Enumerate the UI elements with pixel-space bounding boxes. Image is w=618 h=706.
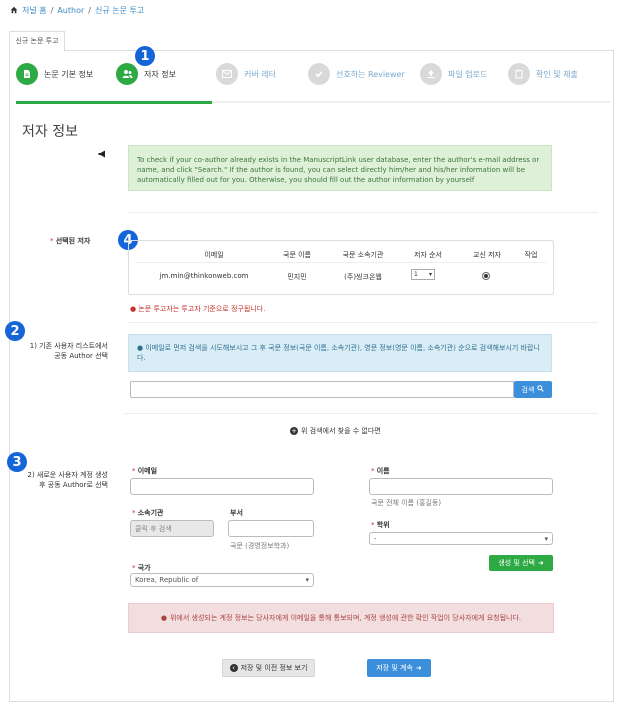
step-label: 확인 및 제출: [536, 69, 578, 79]
warning-message: 논문 투고자는 투고자 기준으로 정구됩니다.: [138, 305, 266, 313]
step-file-upload[interactable]: 파일 업로드: [420, 63, 487, 85]
step-label: 커버 레터: [244, 69, 276, 79]
account-notice: ● 위에서 생성되는 계정 정보는 당사자에게 이메일을 통해 통보되며, 계정…: [128, 603, 554, 633]
email-field[interactable]: [130, 478, 314, 495]
step-basic-info[interactable]: 논문 기본 정보: [16, 63, 93, 85]
author-name: 민지민: [287, 273, 307, 281]
home-icon: [10, 6, 18, 16]
breadcrumb-separator: /: [50, 6, 54, 15]
search-info-text: 이메일로 먼저 검색을 시도해보시고 그 후 국문 정보(국문 이름, 소속기관…: [137, 344, 540, 362]
not-found-text: 위 검색에서 찾을 수 없다면: [301, 427, 381, 435]
search-icon: [537, 385, 545, 394]
column-header: 저자 순서: [414, 251, 442, 259]
column-header: 국문 소속기관: [342, 251, 384, 259]
selected-authors-table: 이메일 국문 이름 국문 소속기관 저자 순서 교신 저자 작업 jm.min@…: [128, 240, 554, 295]
author-email: jm.min@thinkonweb.com: [159, 272, 249, 280]
corresponding-author-radio[interactable]: [482, 272, 490, 280]
step-confirm-submit[interactable]: 확인 및 제출: [508, 63, 578, 85]
author-order-value: 1: [414, 271, 418, 278]
next-button-label: 저장 및 계속: [376, 664, 413, 672]
caret-down-icon: ▾: [544, 534, 548, 543]
prev-button-label: 저장 및 이전 정보 보기: [240, 664, 308, 672]
country-label: * 국가: [132, 564, 151, 572]
envelope-icon: [216, 63, 238, 85]
country-select[interactable]: Korea, Republic of ▾: [130, 573, 314, 587]
search-info: ● 이메일로 먼저 검색을 시도해보시고 그 후 국문 정보(국문 이름, 소속…: [128, 334, 552, 372]
breadcrumb-current: 신규 논문 투고: [94, 6, 145, 15]
annotation-badge: 2: [5, 321, 25, 341]
breadcrumb-home-link[interactable]: 저널 홈: [22, 5, 47, 16]
check-icon: [308, 63, 330, 85]
step-preferred-reviewer[interactable]: 선호하는 Reviewer: [308, 63, 405, 85]
page-title: 저자 정보: [22, 124, 78, 140]
account-notice-text: 위에서 생성되는 계정 정보는 당사자에게 이메일을 통해 통보되며, 계정 생…: [169, 614, 522, 622]
name-field[interactable]: [369, 478, 553, 495]
users-icon: [116, 63, 138, 85]
bullhorn-icon: [98, 150, 107, 161]
clipboard-icon: [508, 63, 530, 85]
author-order-select[interactable]: 1 ▾: [411, 269, 435, 280]
selected-authors-label: * 선택된 저자: [50, 237, 91, 245]
country-value: Korea, Republic of: [135, 576, 199, 584]
affiliation-label: * 소속기관: [132, 509, 164, 517]
exclamation-icon: ●: [130, 305, 137, 313]
annotation-badge: 1: [135, 46, 155, 66]
warning-text: ● 논문 투고자는 투고자 기준으로 정구됩니다.: [130, 304, 265, 314]
column-header: 교신 저자: [473, 251, 501, 259]
info-icon: ●: [137, 344, 144, 352]
breadcrumb: 저널 홈 / Author / 신규 논문 투고: [10, 5, 144, 16]
name-label: * 이름: [371, 467, 390, 475]
save-and-continue-button[interactable]: 저장 및 계속 ➜: [367, 659, 431, 677]
column-header: 작업: [524, 251, 538, 259]
degree-label: * 학위: [371, 521, 390, 529]
not-found-toggle[interactable]: + 위 검색에서 찾을 수 없다면: [290, 426, 381, 436]
existing-user-label: 1) 기존 사용자 리스트에서 공동 Author 선택: [29, 342, 108, 360]
divider: [128, 212, 598, 213]
step-author-info[interactable]: 저자 정보: [116, 63, 176, 85]
tab-new-submission[interactable]: 신규 논문 투고: [9, 31, 65, 52]
degree-select[interactable]: - ▾: [369, 532, 553, 545]
plus-icon: +: [290, 427, 298, 435]
divider: [128, 322, 598, 323]
save-and-previous-button[interactable]: ‹ 저장 및 이전 정보 보기: [222, 659, 315, 677]
arrow-left-circle-icon: ‹: [229, 664, 238, 672]
email-label: * 이메일: [132, 467, 158, 475]
department-label: 부서: [230, 509, 243, 517]
divider: [124, 413, 598, 414]
create-button-label: 생성 및 선택: [498, 559, 535, 567]
step-label: 논문 기본 정보: [44, 69, 94, 79]
arrow-right-circle-icon: ➜: [415, 664, 422, 672]
upload-icon: [420, 63, 442, 85]
annotation-badge: 3: [7, 452, 27, 472]
table-divider: [135, 262, 547, 263]
guide-message: To check if your co-author already exist…: [128, 145, 552, 191]
breadcrumb-author-link[interactable]: Author: [57, 6, 84, 15]
affiliation-field[interactable]: 클릭 후 검색: [130, 520, 214, 537]
author-affiliation: (주)씽크온웹: [344, 273, 382, 281]
search-button-label: 검색: [521, 385, 535, 394]
create-and-select-button[interactable]: 생성 및 선택 ➜: [489, 555, 553, 571]
step-label: 저자 정보: [144, 69, 176, 79]
exclamation-icon: ●: [160, 614, 167, 622]
progress-bar: [16, 101, 212, 104]
new-user-label: 2) 새로운 사용자 계정 생성후 공동 Author로 선택: [27, 471, 109, 489]
degree-value: -: [374, 534, 377, 543]
search-button[interactable]: 검색: [514, 381, 552, 398]
caret-down-icon: ▾: [305, 576, 309, 584]
document-icon: [16, 63, 38, 85]
breadcrumb-separator: /: [88, 6, 91, 15]
department-help: 국문 (경영정보학과): [230, 542, 290, 550]
caret-down-icon: ▾: [428, 271, 432, 278]
name-help: 국문 전체 이름 (홍길동): [371, 499, 442, 507]
search-input[interactable]: [130, 381, 514, 398]
arrow-right-circle-icon: ➜: [537, 559, 544, 567]
department-field[interactable]: [228, 520, 314, 537]
step-cover-letter[interactable]: 커버 레터: [216, 63, 276, 85]
step-label: 선호하는 Reviewer: [336, 69, 405, 79]
step-label: 파일 업로드: [448, 69, 488, 79]
column-header: 이메일: [204, 251, 224, 259]
column-header: 국문 이름: [283, 251, 311, 259]
